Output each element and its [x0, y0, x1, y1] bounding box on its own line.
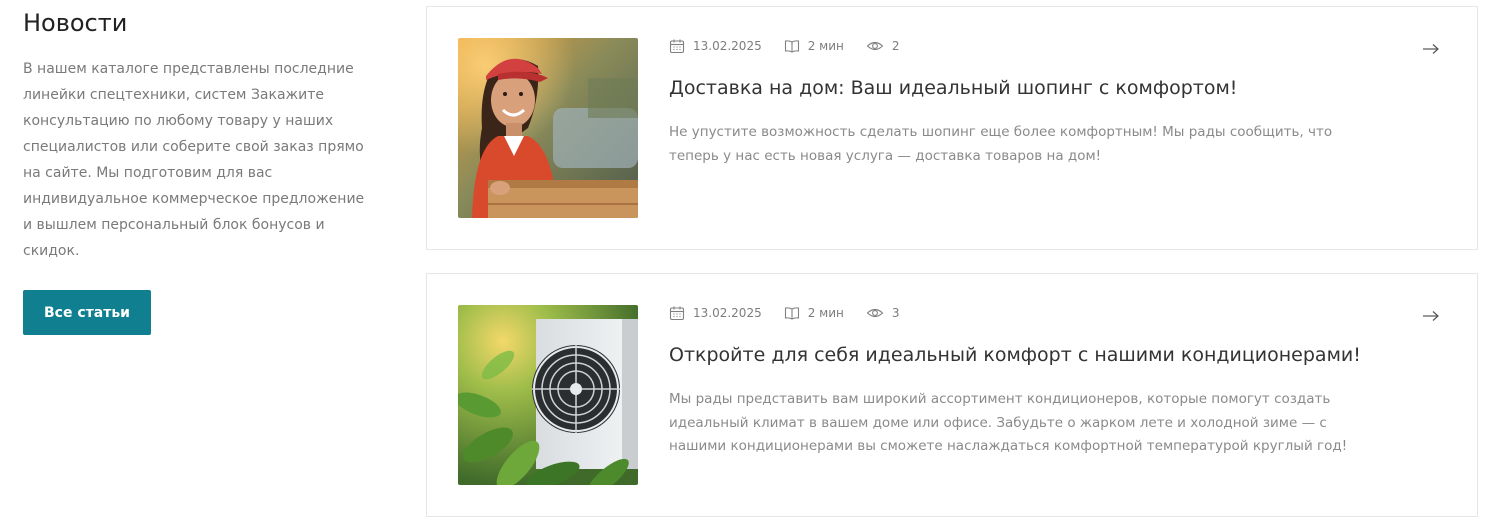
- section-description: В нашем каталоге представлены последние …: [23, 61, 365, 259]
- news-date-text: 13.02.2025: [693, 306, 762, 320]
- news-views-count: 2: [891, 39, 900, 53]
- eye-icon: [866, 308, 884, 318]
- news-image-delivery[interactable]: [458, 38, 638, 218]
- news-excerpt: Мы рады представить вам широкий ассортим…: [669, 391, 1348, 454]
- news-title[interactable]: Доставка на дом: Ваш идеальный шопинг с …: [669, 75, 1399, 101]
- news-read-time: 2 мин: [784, 38, 844, 54]
- news-section: Новости В нашем каталоге представлены по…: [0, 0, 1500, 524]
- calendar-icon: [669, 39, 685, 54]
- news-read-time-text: 2 мин: [807, 39, 844, 53]
- all-articles-button[interactable]: Все статьи: [23, 290, 151, 335]
- book-icon: [784, 40, 799, 53]
- news-card[interactable]: 13.02.2025 2 мин 3 Откройте для себя иде…: [426, 273, 1478, 517]
- news-read-time: 2 мин: [784, 305, 844, 321]
- news-intro: Новости В нашем каталоге представлены по…: [23, 6, 368, 335]
- news-views: 2: [866, 38, 900, 54]
- arrow-right-icon[interactable]: [1421, 308, 1441, 324]
- calendar-icon: [669, 306, 685, 321]
- news-date: 13.02.2025: [669, 305, 762, 321]
- news-date: 13.02.2025: [669, 38, 762, 54]
- eye-icon: [866, 41, 884, 51]
- news-views: 3: [866, 305, 900, 321]
- news-card[interactable]: 13.02.2025 2 мин 2 Доставка на дом: Ваш …: [426, 6, 1478, 250]
- arrow-right-icon[interactable]: [1421, 41, 1441, 57]
- news-title[interactable]: Откройте для себя идеальный комфорт с на…: [669, 342, 1399, 368]
- news-excerpt: Не упустите возможность сделать шопинг е…: [669, 124, 1333, 164]
- news-meta: 13.02.2025 2 мин 2: [669, 37, 922, 55]
- news-read-time-text: 2 мин: [807, 306, 844, 320]
- news-date-text: 13.02.2025: [693, 39, 762, 53]
- section-title: Новости: [23, 9, 128, 37]
- news-meta: 13.02.2025 2 мин 3: [669, 304, 922, 322]
- news-image-air-conditioner[interactable]: [458, 305, 638, 485]
- book-icon: [784, 307, 799, 320]
- news-views-count: 3: [891, 306, 900, 320]
